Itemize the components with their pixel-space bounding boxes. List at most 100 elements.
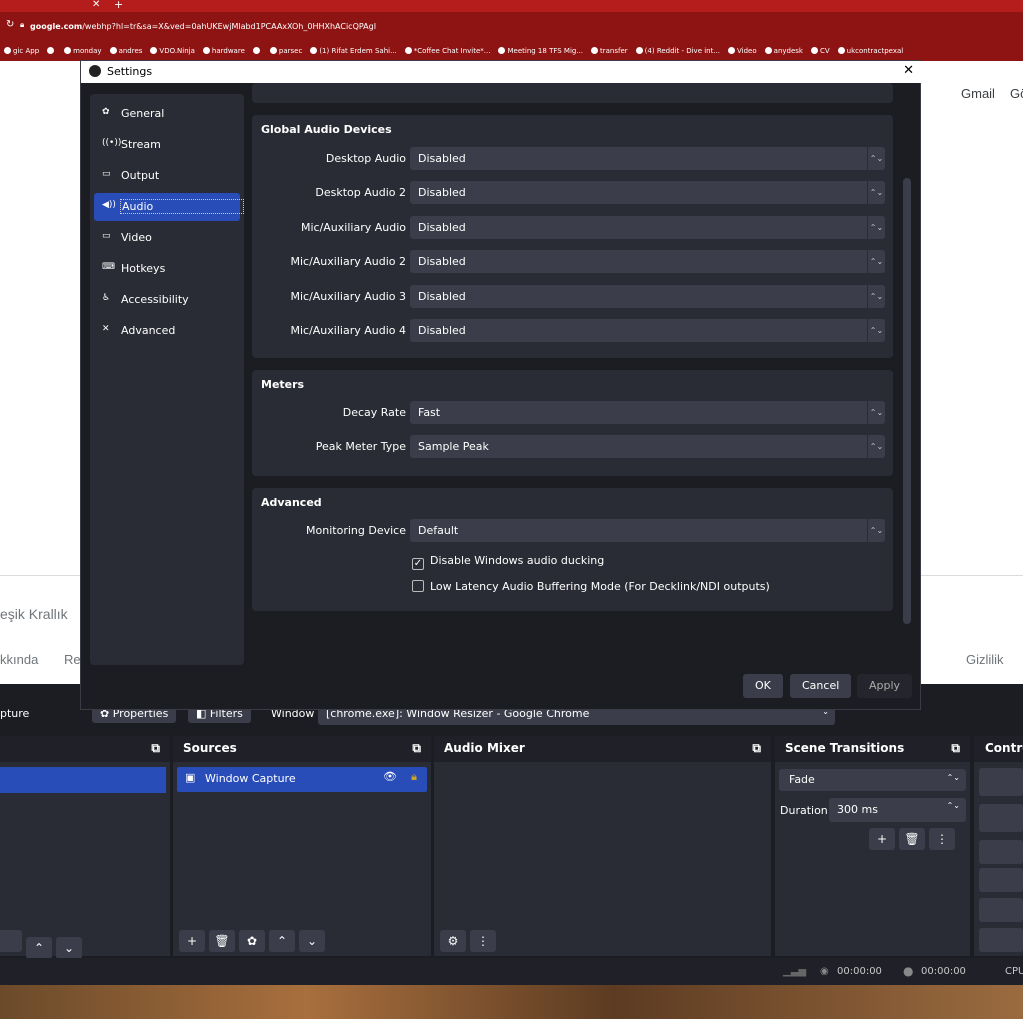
close-tab-icon[interactable]: ✕	[92, 0, 100, 10]
source-item[interactable]: ▣ Window Capture 👁︎ 🔒︎	[177, 767, 427, 792]
url-text[interactable]: google.com/webhp?hl=tr&sa=X&ved=0ahUKEwj…	[30, 22, 376, 31]
add-transition-icon[interactable]: +	[869, 828, 895, 850]
device-select[interactable]: Disabled ⌃⌄	[410, 147, 885, 170]
controls-dock: Contro	[974, 736, 1023, 956]
advanced-audio-gear-icon[interactable]: ⚙	[440, 930, 466, 952]
low-latency-checkbox[interactable]: Low Latency Audio Buffering Mode (For De…	[412, 580, 770, 593]
ads-link[interactable]: Re	[64, 652, 81, 667]
sources-title: Sources	[183, 741, 237, 755]
nav-item-hotkeys[interactable]: ⌨ Hotkeys	[94, 255, 240, 283]
bookmark-item[interactable]: (1) Rifat Erdem Sahi...	[306, 44, 400, 55]
bookmark-favicon-icon	[728, 47, 736, 54]
bookmark-favicon-icon	[150, 47, 158, 54]
bookmark-item[interactable]: gic App	[0, 44, 43, 55]
select-arrows-icon: ⌃⌄	[867, 519, 885, 542]
trash-icon[interactable]: 🗑︎	[899, 828, 925, 850]
undock-icon[interactable]: ⧉	[951, 741, 960, 757]
move-up-icon[interactable]: ⌃	[269, 930, 295, 952]
scene-remove-button[interactable]	[0, 930, 22, 952]
nav-item-advanced[interactable]: ✕ Advanced	[94, 317, 240, 345]
gmail-link[interactable]: Gmail	[961, 86, 995, 101]
close-icon[interactable]: ✕	[903, 63, 914, 78]
checkbox-box[interactable]	[412, 580, 424, 592]
nav-item-output[interactable]: ▭ Output	[94, 162, 240, 190]
device-select[interactable]: Disabled ⌃⌄	[410, 215, 885, 239]
scene-item-selected[interactable]	[0, 767, 166, 793]
gear-icon[interactable]: ✿	[239, 930, 265, 952]
trash-icon[interactable]: 🗑︎	[209, 930, 235, 952]
nav-item-accessibility[interactable]: ♿ Accessibility	[94, 286, 240, 314]
lock-icon: 🔒︎	[20, 20, 25, 29]
images-link[interactable]: Gö	[1010, 86, 1023, 101]
settings-scrollbar[interactable]	[903, 178, 911, 624]
bookmark-item[interactable]: Meeting 18 TFS Mig...	[494, 44, 587, 55]
move-up-icon[interactable]: ⌃	[26, 937, 52, 959]
control-button[interactable]	[979, 768, 1023, 796]
more-menu-icon[interactable]: ⋮	[929, 828, 955, 850]
control-button[interactable]	[979, 868, 1023, 892]
move-down-icon[interactable]: ⌄	[299, 930, 325, 952]
bookmark-item[interactable]: andres	[106, 44, 147, 55]
transition-select[interactable]: Fade ⌃⌄	[779, 769, 966, 791]
bookmark-item[interactable]: anydesk	[761, 44, 807, 55]
bookmark-item[interactable]: transfer	[587, 44, 632, 55]
move-down-icon[interactable]: ⌄	[56, 937, 82, 959]
bookmark-item[interactable]: (4) Reddit - Dive int...	[632, 44, 724, 55]
bookmark-favicon-icon	[47, 47, 55, 54]
bookmark-item[interactable]: *Coffee Chat Invite*...	[401, 44, 495, 55]
nav-item-video[interactable]: ▭ Video	[94, 224, 240, 252]
nav-item-general[interactable]: ✿ General	[94, 100, 240, 128]
apply-button[interactable]: Apply	[857, 674, 913, 698]
bookmark-item[interactable]	[249, 44, 266, 55]
reload-icon[interactable]: ↻	[6, 19, 14, 30]
control-button[interactable]	[979, 840, 1023, 864]
bookmark-item[interactable]: CV	[807, 44, 834, 55]
video-monitor-icon: ▭	[102, 231, 111, 241]
device-select[interactable]: Disabled ⌃⌄	[410, 284, 885, 308]
undock-icon[interactable]: ⧉	[412, 741, 421, 757]
control-button[interactable]	[979, 928, 1023, 952]
device-select[interactable]: Disabled ⌃⌄	[410, 181, 885, 205]
bookmark-item[interactable]: hardware	[199, 44, 249, 55]
nav-item-audio[interactable]: ◀)) Audio	[94, 193, 245, 221]
meters-title: Meters	[261, 378, 305, 391]
stream-time: 00:00:00	[837, 966, 882, 977]
checkbox-box[interactable]: ✓	[412, 558, 424, 570]
device-select[interactable]: Disabled ⌃⌄	[410, 250, 885, 274]
ok-button[interactable]: OK	[743, 674, 783, 698]
bookmark-favicon-icon	[64, 47, 72, 54]
device-select[interactable]: Fast ⌃⌄	[410, 401, 885, 424]
about-link[interactable]: kkında	[0, 652, 38, 667]
audio-ducking-checkbox[interactable]: ✓ Disable Windows audio ducking	[412, 554, 604, 570]
cancel-button[interactable]: Cancel	[790, 674, 852, 698]
select-arrows-icon: ⌃⌄	[867, 435, 885, 459]
global-audio-group: Global Audio Devices Desktop Audio Disabl…	[252, 115, 893, 358]
control-button[interactable]	[979, 898, 1023, 922]
control-button[interactable]	[979, 804, 1023, 832]
bookmark-item[interactable]: Video	[724, 44, 761, 55]
undock-icon[interactable]: ⧉	[151, 741, 160, 757]
add-source-icon[interactable]: +	[179, 930, 205, 952]
nav-item-stream[interactable]: ((•)) Stream	[94, 131, 240, 159]
bookmark-favicon-icon	[269, 47, 277, 54]
device-select[interactable]: Disabled ⌃⌄	[410, 319, 885, 342]
bookmark-item[interactable]: monday	[60, 44, 105, 55]
sources-dock: Sources ⧉ ▣ Window Capture 👁︎ 🔒︎ + 🗑︎ ✿ ⌃ ⌄	[173, 736, 431, 956]
lock-icon[interactable]: 🔒︎	[411, 770, 417, 784]
select-arrows-icon: ⌃⌄	[867, 215, 885, 239]
bookmark-item[interactable]: VDO.Ninja	[146, 44, 198, 55]
undock-icon[interactable]: ⧉	[752, 741, 761, 757]
privacy-link[interactable]: Gizlilik	[966, 652, 1004, 667]
bookmark-favicon-icon	[635, 47, 643, 54]
record-dot-icon: ●	[903, 964, 914, 978]
more-menu-icon[interactable]: ⋮	[470, 930, 496, 952]
desktop-wallpaper	[0, 985, 1023, 1019]
bookmark-item[interactable]: ukcontractpexal	[834, 44, 908, 55]
duration-input[interactable]: 300 ms ⌃⌄	[829, 798, 966, 822]
device-select[interactable]: Sample Peak ⌃⌄	[410, 435, 885, 459]
visibility-eye-icon[interactable]: 👁︎	[383, 770, 397, 783]
bookmark-item[interactable]	[43, 44, 60, 55]
monitoring-device-select[interactable]: Default ⌃⌄	[410, 519, 885, 542]
bookmark-item[interactable]: parsec	[266, 44, 306, 55]
new-tab-icon[interactable]: +	[114, 0, 123, 11]
